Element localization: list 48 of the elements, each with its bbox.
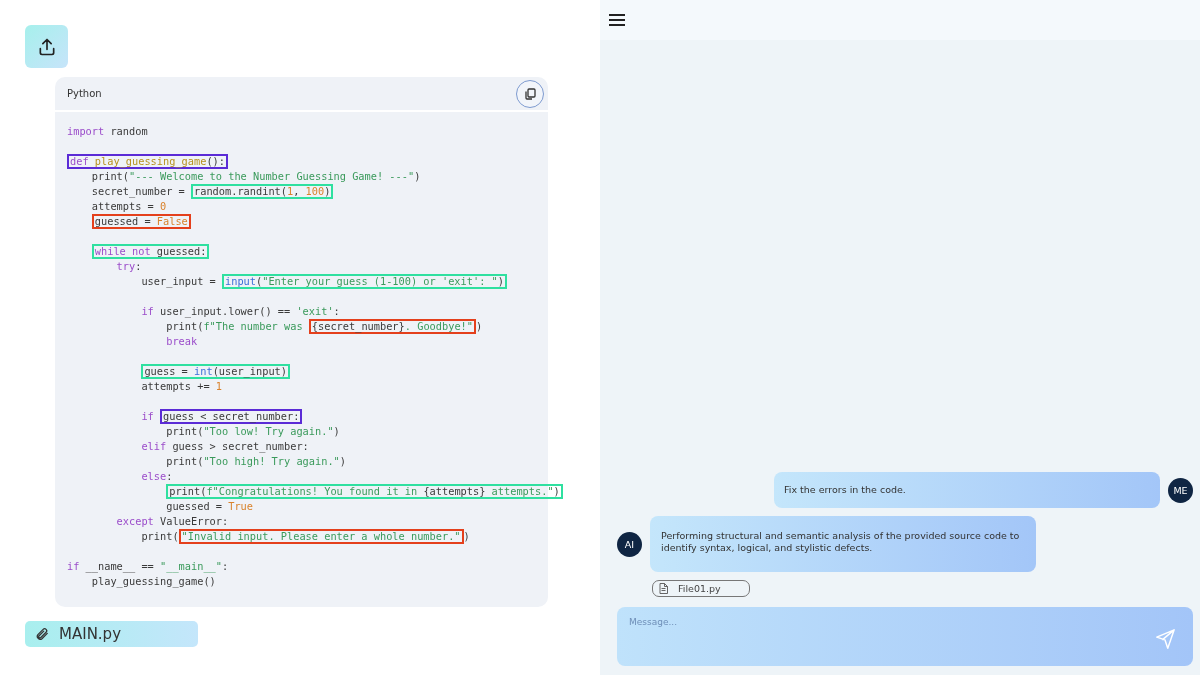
highlight-box: guess = int(user_input) xyxy=(141,364,291,379)
code-text: ) xyxy=(476,320,483,333)
highlight-box: guess < secret_number: xyxy=(160,409,303,424)
code-text: ) xyxy=(463,530,470,543)
file-attachment[interactable]: File01.py xyxy=(652,580,750,597)
code-text: print("--- Welcome to the Number Guessing Game! ---") xyxy=(90,170,421,183)
code-text: attempts = 0 xyxy=(90,200,167,213)
highlight-box: "Invalid input. Please enter a whole number." xyxy=(178,529,464,544)
avatar: ME xyxy=(1168,477,1193,503)
code-text: except ValueError: xyxy=(115,515,229,528)
highlight-box: guessed = False xyxy=(91,214,191,229)
highlight-box: random.randint(1, 100) xyxy=(191,184,334,199)
highlight-box: input("Enter your guess (1-100) or 'exit': ") xyxy=(222,274,507,289)
document-icon xyxy=(659,583,668,594)
highlight-box: {secret_number}. Goodbye!" xyxy=(308,319,476,334)
code-text: attempts += 1 xyxy=(140,380,222,393)
menu-icon[interactable] xyxy=(609,14,625,26)
code-text: try: xyxy=(115,260,142,273)
code-text: print("Too high! Try again.") xyxy=(165,455,346,468)
highlight-box: while not guessed: xyxy=(91,244,210,259)
copy-icon xyxy=(524,87,536,100)
message-field[interactable]: Message... xyxy=(629,607,1154,660)
upload-button[interactable] xyxy=(25,25,68,68)
paperclip-icon xyxy=(35,627,49,641)
code-text: if user_input.lower() == 'exit': xyxy=(140,305,340,318)
language-label: Python xyxy=(67,88,102,99)
code-text: print("Too low! Try again.") xyxy=(165,425,340,438)
code-text: secret_number = xyxy=(90,185,186,198)
code-text: break xyxy=(165,335,198,348)
code-text: else: xyxy=(140,470,173,483)
message-bubble: Performing structural and semantic analysis of the provided source code to identify syntax, logical, and stylistic defects. xyxy=(650,516,1036,572)
code-text: user_input = xyxy=(140,275,217,288)
code-text: elif guess > secret_number: xyxy=(140,440,309,453)
message-bar[interactable]: Message... xyxy=(617,607,1193,666)
code-text: import random xyxy=(67,125,148,138)
highlight-box: print(f"Congratulations! You found it in {attempts} attempts.") xyxy=(166,484,563,499)
code-text: print( xyxy=(140,530,179,543)
code-text: print(f"The number was xyxy=(165,320,304,333)
message-bubble: Fix the errors in the code. xyxy=(774,472,1160,508)
code-text: if xyxy=(140,410,155,423)
code-text: if __name__ == "__main__": xyxy=(67,560,229,573)
avatar: AI xyxy=(617,531,642,557)
highlight-box: def play_guessing_game(): xyxy=(67,154,228,169)
attachment-chip[interactable]: MAIN.py xyxy=(25,621,198,647)
code-text: guessed = True xyxy=(165,500,253,513)
file-name: MAIN.py xyxy=(59,625,121,643)
copy-button[interactable] xyxy=(516,79,544,108)
code-text: play_guessing_game() xyxy=(90,575,216,588)
